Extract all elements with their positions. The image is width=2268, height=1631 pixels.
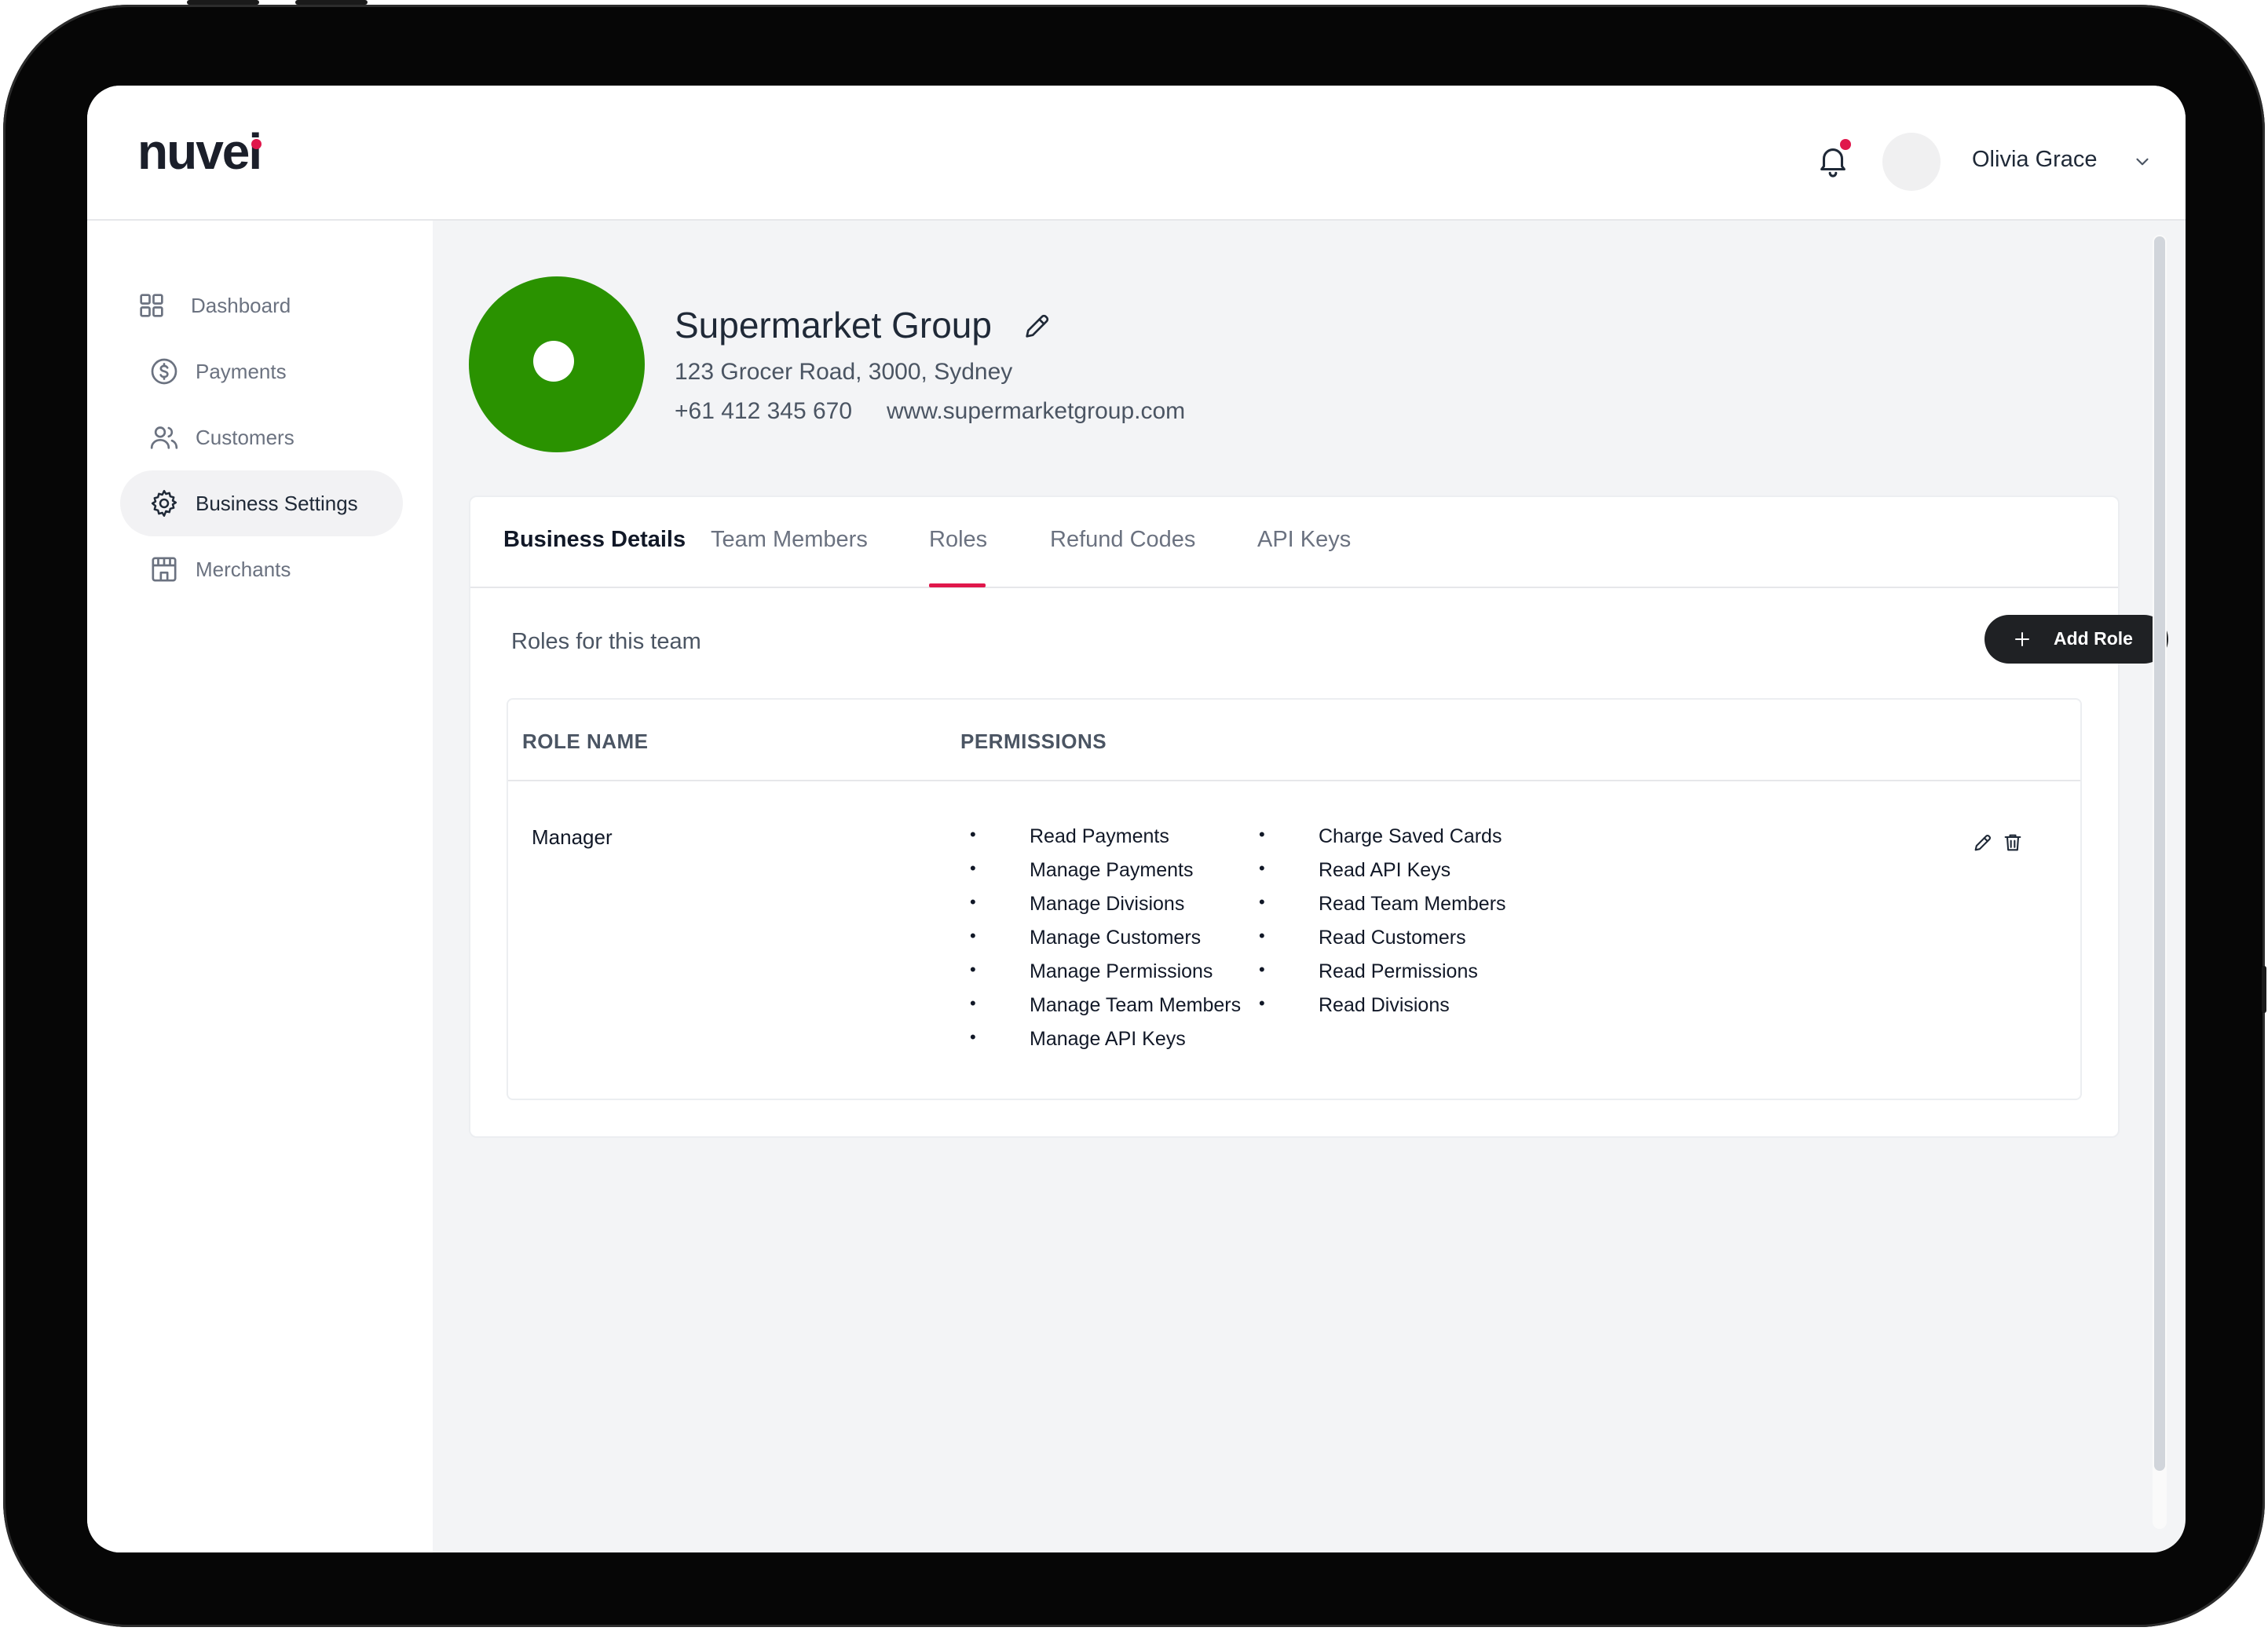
permission-item: Manage Payments (1030, 859, 1194, 881)
permission-item: Read Team Members (1319, 893, 1506, 915)
permission-item: Read Divisions (1319, 994, 1450, 1016)
permission-item: Read Permissions (1319, 960, 1478, 982)
tab-bar: Business Details Team Members Roles Refu… (470, 497, 2118, 588)
logo-dot (251, 139, 262, 149)
column-header-permissions: PERMISSIONS (960, 730, 1107, 753)
avatar[interactable] (1882, 133, 1941, 191)
bullet-marker: • (1259, 892, 1265, 912)
chevron-down-icon[interactable] (2132, 152, 2153, 172)
plus-icon (2015, 632, 2029, 646)
trash-icon[interactable] (2002, 832, 2024, 854)
sidebar-item-business-settings[interactable]: Business Settings (120, 470, 403, 536)
business-name: Supermarket Group (675, 305, 992, 346)
hardware-button (2262, 966, 2266, 1013)
hardware-button (187, 0, 259, 5)
sidebar-item-label: Merchants (196, 557, 291, 581)
business-avatar-dot (533, 341, 574, 382)
active-tab-indicator (929, 583, 986, 587)
bullet-marker: • (970, 858, 976, 878)
sidebar-item-label: Business Settings (196, 491, 358, 515)
permission-item: Read Payments (1030, 825, 1169, 847)
bullet-marker: • (970, 825, 976, 844)
section-title: Roles for this team (511, 629, 701, 654)
permission-item: Read Customers (1319, 927, 1466, 949)
business-phone: +61 412 345 670 (675, 398, 853, 424)
permission-item: Manage Team Members (1030, 994, 1242, 1016)
sidebar-item-label: Dashboard (191, 293, 291, 317)
hardware-button (295, 0, 368, 5)
tab-refund-codes[interactable]: Refund Codes (1050, 527, 1195, 553)
store-icon (152, 557, 177, 582)
tab-team-members[interactable]: Team Members (711, 527, 868, 553)
bullet-marker: • (1259, 926, 1265, 945)
top-header: nuvei Olivia Grace (87, 86, 2186, 221)
bullet-marker: • (1259, 858, 1265, 878)
notification-badge (1840, 139, 1851, 150)
bullet-marker: • (1259, 993, 1265, 1013)
user-name[interactable]: Olivia Grace (1972, 147, 2098, 173)
nuvei-logo[interactable]: nuvei (137, 126, 262, 177)
tab-roles[interactable]: Roles (929, 527, 987, 553)
roles-table: ROLE NAME PERMISSIONS Manager • Read Paym… (507, 698, 2082, 1100)
bullet-marker: • (970, 960, 976, 979)
add-role-label: Add Role (2054, 628, 2133, 649)
permission-item: Manage Customers (1030, 927, 1202, 949)
permission-item: Manage API Keys (1030, 1028, 1186, 1050)
dollar-circle-icon (151, 358, 177, 385)
role-name-cell: Manager (532, 825, 613, 849)
grid-icon (140, 294, 163, 317)
sidebar: Dashboard Payments Customers Business Se… (87, 221, 433, 1552)
business-address: 123 Grocer Road, 3000, Sydney (675, 359, 1013, 385)
sidebar-item-label: Payments (196, 359, 287, 383)
screen: nuvei Olivia Grace Dashboard Payments Cu… (87, 86, 2186, 1552)
sidebar-item-merchants[interactable]: Merchants (120, 536, 403, 602)
sidebar-item-payments[interactable]: Payments (120, 338, 403, 404)
sidebar-item-dashboard[interactable]: Dashboard (120, 272, 403, 338)
pencil-icon[interactable] (1972, 832, 1994, 854)
tab-api-keys[interactable]: API Keys (1257, 527, 1351, 553)
column-header-role-name: ROLE NAME (522, 730, 649, 753)
permission-item: Manage Permissions (1030, 960, 1213, 982)
bullet-marker: • (970, 926, 976, 945)
bullet-marker: • (970, 892, 976, 912)
bullet-marker: • (1259, 960, 1265, 979)
add-role-button[interactable]: Add Role (1985, 615, 2168, 664)
scrollbar-thumb[interactable] (2154, 236, 2165, 1471)
permission-item: Manage Divisions (1030, 893, 1185, 915)
sidebar-item-label: Customers (196, 425, 294, 449)
table-header: ROLE NAME PERMISSIONS (508, 700, 2080, 781)
pencil-icon[interactable] (1022, 310, 1053, 342)
bullet-marker: • (970, 993, 976, 1013)
permission-item: Read API Keys (1319, 859, 1451, 881)
permission-item: Charge Saved Cards (1319, 825, 1502, 847)
business-website[interactable]: www.supermarketgroup.com (887, 398, 1185, 425)
settings-card: Business Details Team Members Roles Refu… (469, 496, 2168, 1138)
bullet-marker: • (1259, 825, 1265, 844)
bullet-marker: • (970, 1027, 976, 1047)
gear-icon (151, 489, 177, 517)
users-icon (150, 426, 178, 449)
tab-business-details[interactable]: Business Details (503, 527, 686, 553)
sidebar-item-customers[interactable]: Customers (120, 404, 403, 470)
